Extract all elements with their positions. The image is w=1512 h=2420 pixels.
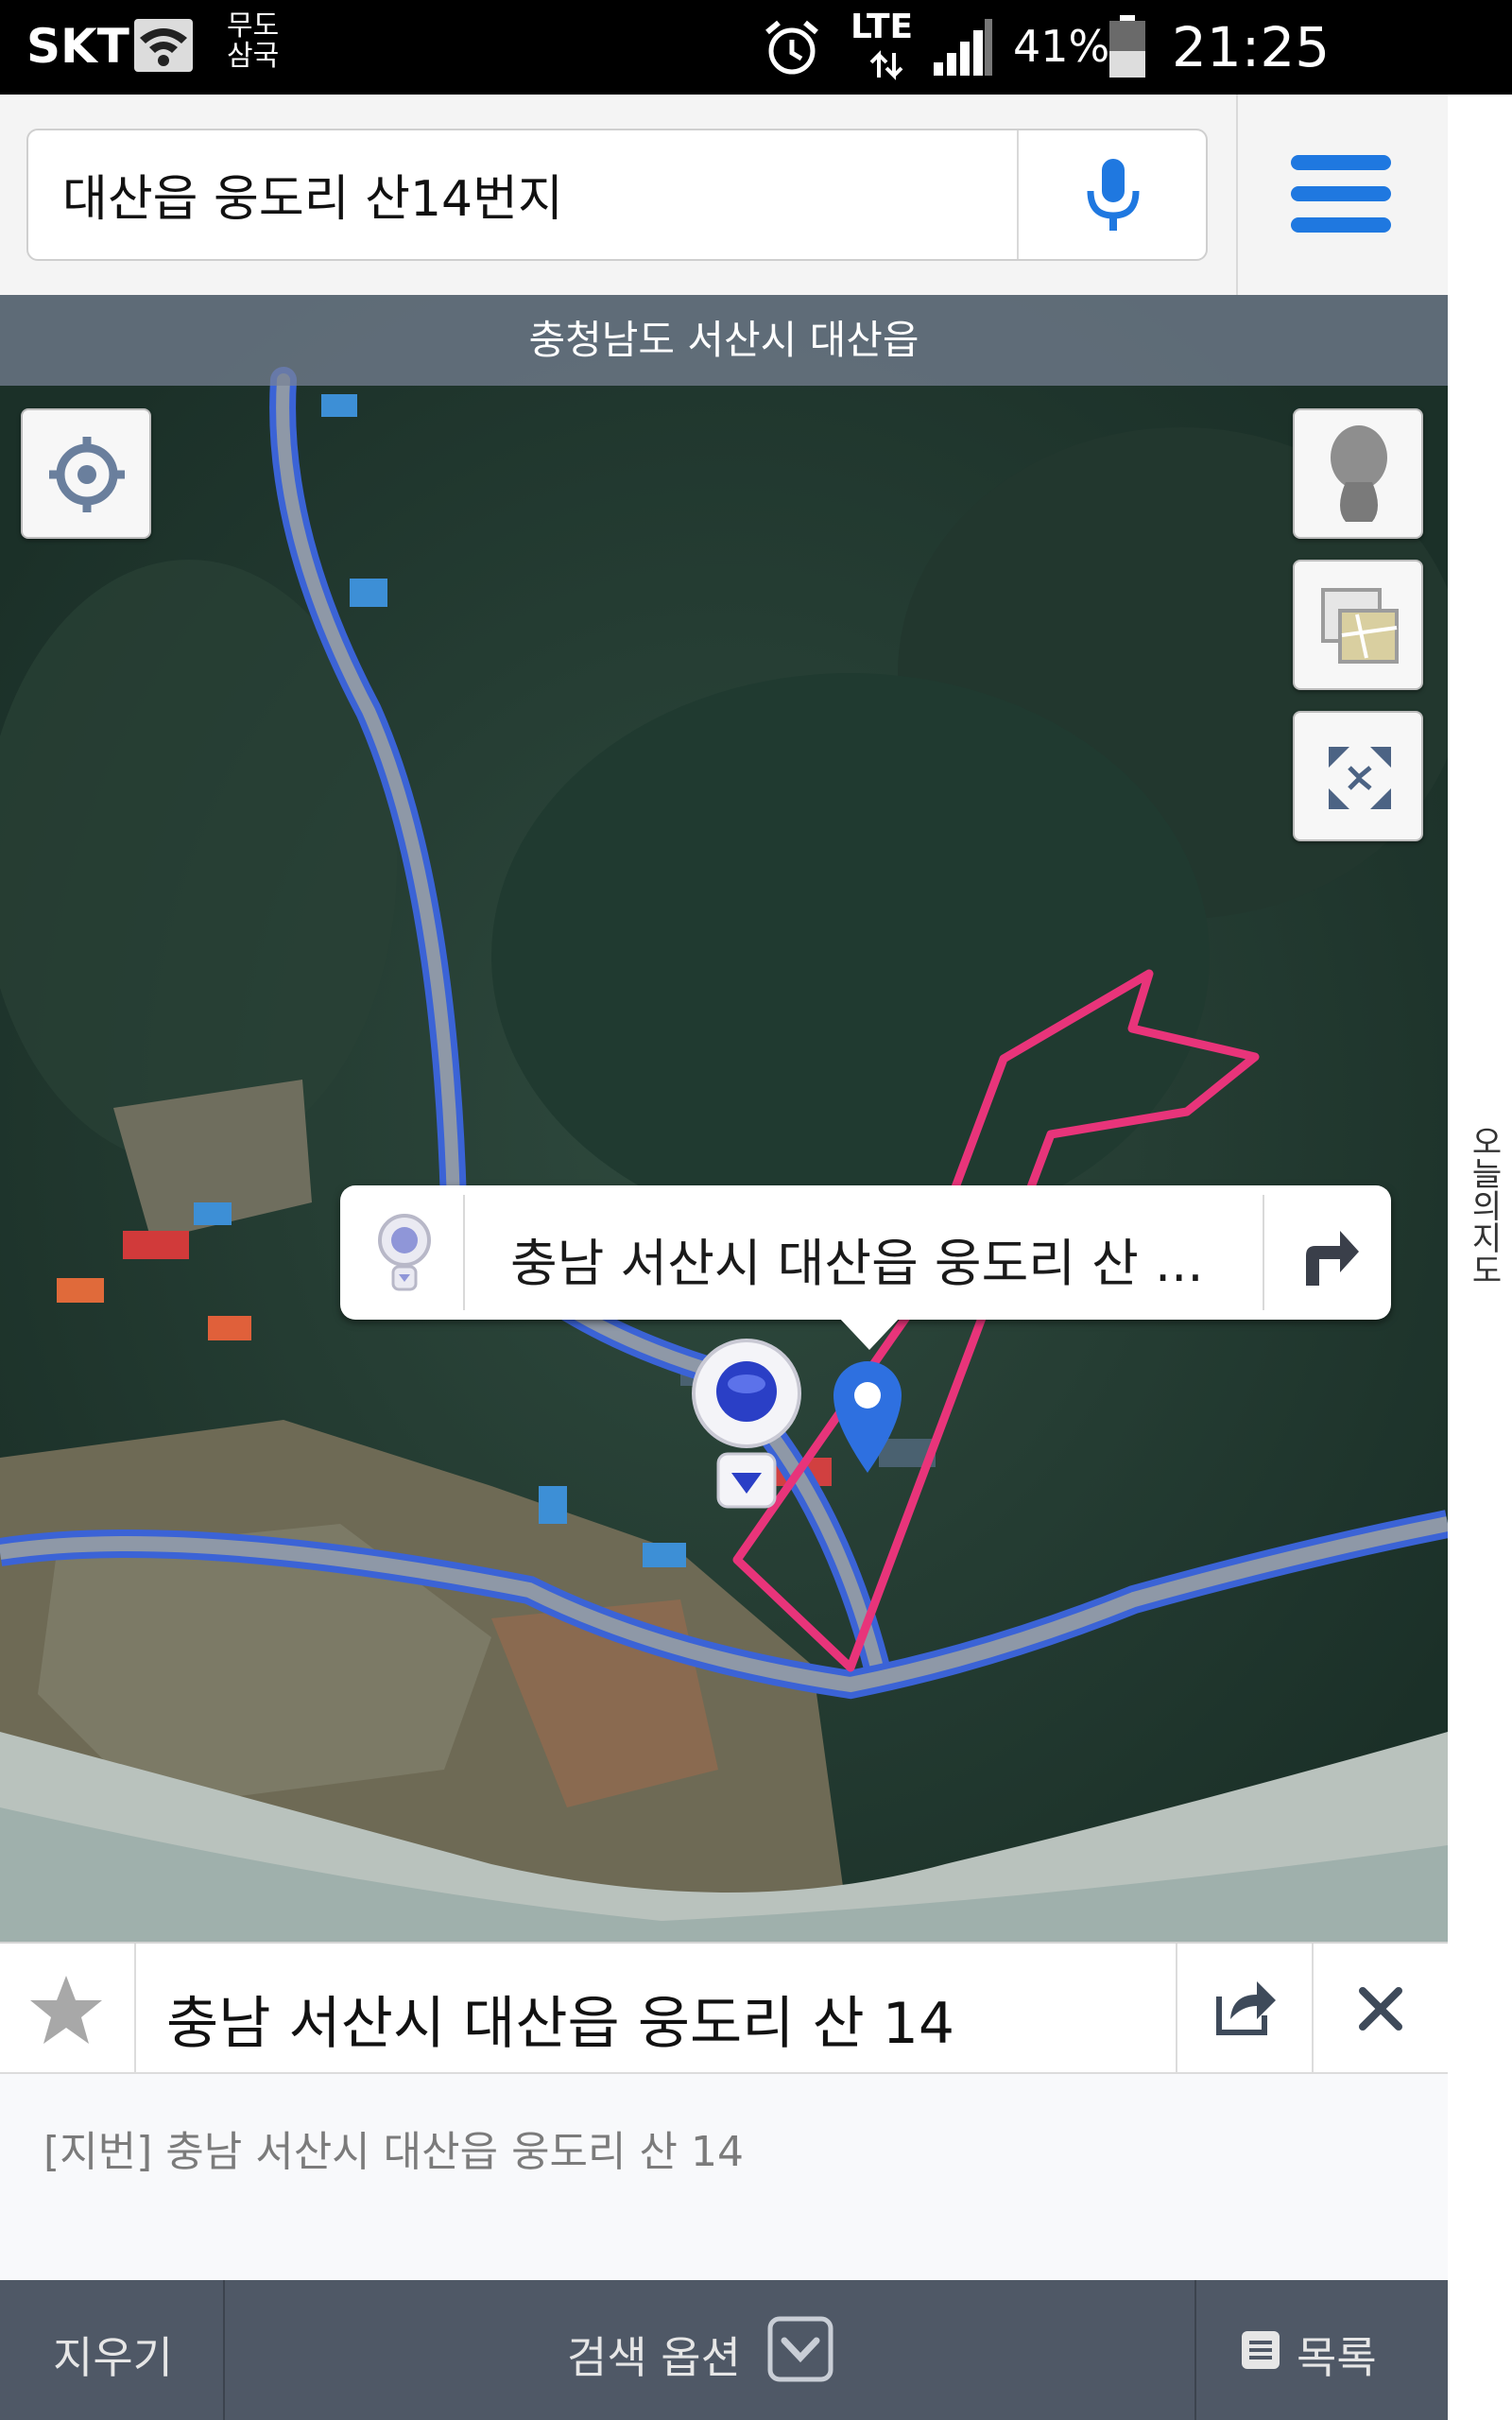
lot-address: [지번] 충남 서산시 대산읍 웅도리 산 14	[43, 2128, 744, 2176]
robot-location-icon	[378, 1214, 431, 1291]
divider	[1194, 2280, 1196, 2420]
location-callout[interactable]: 충남 서산시 대산읍 웅도리 산 ...	[340, 1185, 1391, 1350]
clock-time-label: 21:25	[1172, 15, 1331, 79]
share-icon[interactable]	[1215, 1978, 1278, 2036]
map-layer-icon	[1321, 588, 1399, 664]
divider	[1236, 95, 1238, 295]
map-layer-button[interactable]	[1293, 560, 1423, 690]
microphone-icon[interactable]	[1077, 157, 1149, 234]
fullscreen-button[interactable]	[1293, 711, 1423, 841]
search-header: 대산읍 웅도리 산14번지	[0, 95, 1448, 297]
alarm-clock-icon	[765, 20, 818, 75]
favorite-star-icon[interactable]	[28, 1974, 104, 2046]
my-location-robot-marker[interactable]	[690, 1337, 803, 1512]
divider	[1312, 1944, 1314, 2074]
wifi-icon	[134, 19, 193, 72]
location-pin-icon[interactable]	[830, 1357, 905, 1475]
divider	[1263, 1195, 1264, 1310]
status-bar: SKT 무도 삼국 LTE 41% 21:25	[0, 0, 1512, 95]
close-icon[interactable]	[1357, 1985, 1404, 2032]
network-type-label: LTE	[850, 8, 914, 46]
result-title[interactable]: 충남 서산시 대산읍 웅도리 산 14	[166, 1978, 954, 2060]
battery-icon	[1109, 15, 1145, 78]
satellite-map[interactable]: 충청남도 서산시 대산읍 충남 서산시 대산읍 웅도리 산 ...	[0, 295, 1448, 1942]
divider	[134, 1944, 136, 2074]
callout-pointer	[839, 1318, 900, 1350]
current-location-icon	[49, 437, 125, 512]
battery-percent-label: 41%	[1013, 21, 1110, 72]
search-query-text[interactable]: 대산읍 웅도리 산14번지	[62, 159, 563, 230]
search-input[interactable]: 대산읍 웅도리 산14번지	[26, 129, 1208, 261]
signal-strength-icon	[934, 19, 992, 76]
divider	[1017, 130, 1019, 259]
list-icon	[1242, 2331, 1280, 2369]
chevron-down-icon[interactable]	[767, 2316, 833, 2382]
directions-arrow-icon[interactable]	[1297, 1218, 1363, 1289]
current-location-button[interactable]	[21, 408, 151, 539]
result-panel: 충남 서산시 대산읍 웅도리 산 14 [지번] 충남 서산시 대산읍 웅도리 …	[0, 1942, 1448, 2280]
hamburger-menu-icon[interactable]	[1289, 151, 1393, 236]
edge-tab-label[interactable]: 오늘의지도	[1461, 1125, 1507, 1286]
street-view-button[interactable]	[1293, 408, 1423, 539]
wifi-note-label: 무도 삼국	[227, 9, 280, 73]
divider	[463, 1195, 465, 1310]
carrier-label: SKT	[26, 19, 129, 74]
region-label: 충청남도 서산시 대산읍	[0, 295, 1448, 386]
divider	[1176, 1944, 1177, 2074]
result-header: 충남 서산시 대산읍 웅도리 산 14	[0, 1942, 1448, 2074]
satellite-imagery	[0, 295, 1448, 1942]
street-view-person-icon	[1331, 425, 1387, 522]
clear-button[interactable]: 지우기	[53, 2324, 173, 2386]
data-arrows-icon	[869, 50, 903, 80]
divider	[223, 2280, 225, 2420]
search-options-button[interactable]: 검색 옵션	[567, 2324, 741, 2386]
list-button[interactable]: 목록	[1297, 2324, 1377, 2386]
callout-address[interactable]: 충남 서산시 대산읍 웅도리 산 ...	[510, 1221, 1203, 1296]
fullscreen-icon	[1329, 747, 1391, 809]
bottom-toolbar: 지우기 검색 옵션 목록	[0, 2280, 1448, 2420]
